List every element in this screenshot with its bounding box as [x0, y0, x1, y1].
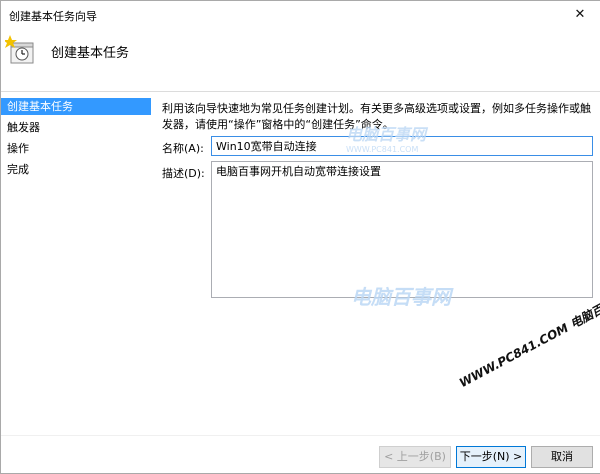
cancel-button[interactable]: 取消	[531, 446, 593, 468]
step-finish[interactable]: 完成	[1, 161, 151, 178]
step-action[interactable]: 操作	[1, 140, 151, 157]
header-divider	[1, 91, 600, 92]
task-scheduler-icon	[5, 35, 34, 64]
wizard-steps: 创建基本任务 触发器 操作 完成	[1, 98, 151, 428]
wizard-window: 创建基本任务向导 ✕ 创建基本任务 创建基本任务 触发器 操作 完成 利用该向导…	[0, 0, 600, 474]
footer-divider	[1, 435, 600, 436]
watermark-logo: 电脑百事网 WWW.PC841.COM	[346, 121, 456, 161]
wizard-heading: 创建基本任务	[51, 46, 130, 61]
watermark-logo-text: 电脑百事网	[346, 125, 427, 144]
next-button[interactable]: 下一步(N) >	[456, 446, 526, 468]
description-label: 描述(D):	[162, 167, 205, 180]
wizard-header: 创建基本任务	[1, 29, 600, 71]
name-label: 名称(A):	[162, 142, 204, 155]
close-icon[interactable]: ✕	[560, 1, 600, 29]
back-button[interactable]: < 上一步(B)	[379, 446, 451, 468]
window-title: 创建基本任务向导	[9, 10, 97, 23]
title-bar: 创建基本任务向导 ✕	[1, 1, 600, 29]
watermark-logo-center: 电脑百事网	[351, 285, 451, 309]
step-trigger[interactable]: 触发器	[1, 119, 151, 136]
task-description-textarea[interactable]: 电脑百事网开机自动宽带连接设置	[211, 161, 593, 298]
watermark-logo-url: WWW.PC841.COM	[346, 145, 419, 154]
step-create-basic-task[interactable]: 创建基本任务	[1, 98, 151, 115]
